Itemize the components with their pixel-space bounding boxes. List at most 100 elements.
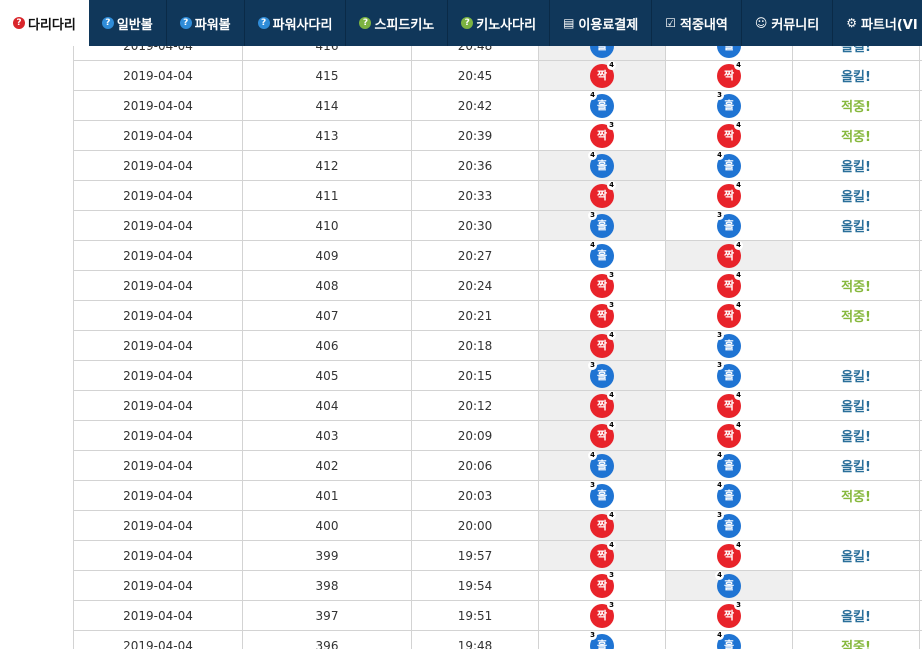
outcome-cell: 올킬! <box>792 150 920 181</box>
odd-ball: 홀3 <box>715 360 741 388</box>
ball-count-badge: 4 <box>734 180 743 190</box>
ball-count-badge: 4 <box>715 450 724 460</box>
result-a-cell: 홀3 <box>538 210 666 241</box>
time-cell: 20:45 <box>411 60 539 91</box>
outcome-cell: 올킬! <box>792 360 920 391</box>
nav-label: 다리다리 <box>28 17 76 33</box>
round-cell: 408 <box>242 270 412 301</box>
ball-label: 홀 <box>596 488 608 502</box>
outcome-cell: 적중! <box>792 270 920 301</box>
outcome-cell <box>792 240 920 271</box>
result-a-cell: 짝4 <box>538 330 666 361</box>
result-a-cell: 짝3 <box>538 300 666 331</box>
result-b-cell: 홀4 <box>665 150 793 181</box>
time-cell: 20:39 <box>411 120 539 151</box>
ball-count-badge: 3 <box>734 600 743 610</box>
nav-label: 파트너(VI <box>860 17 918 33</box>
ball-label: 짝 <box>723 188 735 202</box>
result-a-cell: 홀3 <box>538 360 666 391</box>
table-row: 2019-04-04 406 20:18 짝 4 홀 3 <box>73 330 922 361</box>
date-cell: 2019-04-04 <box>73 180 243 211</box>
even-ball: 짝3 <box>590 570 616 598</box>
ball-label: 홀 <box>723 488 735 502</box>
date-cell: 2019-04-04 <box>73 390 243 421</box>
date-cell: 2019-04-04 <box>73 510 243 541</box>
even-ball: 짝4 <box>717 180 743 208</box>
outcome-cell <box>792 510 920 541</box>
table-row: 2019-04-04 403 20:09 짝 4 짝 4 올킬! <box>73 420 922 451</box>
result-a-cell: 홀4 <box>538 240 666 271</box>
odd-ball: 홀3 <box>588 210 614 238</box>
nav-item-4[interactable]: ? 파워사다리 <box>245 0 347 46</box>
table-row: 2019-04-04 405 20:15 홀 3 홀 3 올킬! <box>73 360 922 391</box>
result-a-cell: 짝4 <box>538 390 666 421</box>
table-row: 2019-04-04 410 20:30 홀 3 홀 3 올킬! <box>73 210 922 241</box>
odd-ball: 홀4 <box>588 450 614 478</box>
result-b-cell: 짝4 <box>665 300 793 331</box>
ball-label: 짝 <box>596 428 608 442</box>
ball-count-badge: 3 <box>588 630 597 640</box>
nav-item-8[interactable]: ☑ 적중내역 <box>652 0 742 46</box>
ball-label: 홀 <box>723 458 735 472</box>
result-b-cell: 홀3 <box>665 210 793 241</box>
odd-ball: 홀3 <box>715 330 741 358</box>
round-cell: 412 <box>242 150 412 181</box>
nav-item-10[interactable]: ⚙ 파트너(VI <box>833 0 922 46</box>
partner-icon: ⚙ <box>846 16 857 30</box>
date-cell: 2019-04-04 <box>73 270 243 301</box>
odd-ball: 홀3 <box>588 360 614 388</box>
time-cell: 19:51 <box>411 600 539 631</box>
round-cell: 404 <box>242 390 412 421</box>
ball-label: 짝 <box>723 308 735 322</box>
hit-label: 적중! <box>841 130 871 145</box>
result-b-cell: 짝4 <box>665 540 793 571</box>
nav-item-6[interactable]: ? 키노사다리 <box>448 0 551 46</box>
ball-count-badge: 4 <box>588 150 597 160</box>
ball-label: 짝 <box>723 248 735 262</box>
result-b-cell: 짝4 <box>665 420 793 451</box>
ball-label: 홀 <box>723 638 735 649</box>
ball-label: 홀 <box>596 218 608 232</box>
question-icon: ? <box>101 17 114 29</box>
nav-label: 적중내역 <box>679 17 728 33</box>
nav-item-3[interactable]: ? 파워볼 <box>167 0 245 46</box>
round-cell: 406 <box>242 330 412 361</box>
result-b-cell: 홀4 <box>665 450 793 481</box>
hit-label: 적중! <box>841 490 871 505</box>
date-cell: 2019-04-04 <box>73 60 243 91</box>
result-b-cell: 짝4 <box>665 60 793 91</box>
ball-count-badge: 4 <box>734 300 743 310</box>
nav-item-7[interactable]: ▤ 이용료결제 <box>550 0 653 46</box>
hit-label: 적중! <box>841 640 871 649</box>
ball-count-badge: 3 <box>715 510 724 520</box>
ball-label: 홀 <box>723 218 735 232</box>
even-ball: 짝3 <box>590 300 616 328</box>
results-table-wrapper[interactable]: 2019-04-0441620:48홀4홀4올킬!2019-04-0441520… <box>73 46 922 649</box>
ball-label: 홀 <box>724 46 734 52</box>
odd-ball: 홀4 <box>588 150 614 178</box>
ball-label: 홀 <box>723 158 735 172</box>
time-cell: 20:42 <box>411 90 539 121</box>
smile-icon: ☺ <box>754 16 768 30</box>
question-icon: ? <box>461 17 474 29</box>
ball-count-badge: 4 <box>734 60 743 70</box>
ball-label: 홀 <box>723 98 735 112</box>
table-row: 2019-04-04 412 20:36 홀 4 홀 4 올킬! <box>73 150 922 181</box>
odd-ball: 홀4 <box>715 450 741 478</box>
results-table: 2019-04-0441620:48홀4홀4올킬!2019-04-0441520… <box>73 46 922 649</box>
ball-label: 홀 <box>723 578 735 592</box>
nav-item-2[interactable]: ? 일반볼 <box>89 0 167 46</box>
ball-count-badge: 3 <box>715 330 724 340</box>
outcome-cell <box>792 330 920 361</box>
ball-count-badge: 4 <box>607 510 616 520</box>
nav-item-9[interactable]: ☺ 커뮤니티 <box>742 0 834 46</box>
time-cell: 20:48 <box>411 46 539 61</box>
nav-item-5[interactable]: ? 스피드키노 <box>346 0 449 46</box>
time-cell: 19:48 <box>411 630 539 649</box>
result-b-cell: 홀3 <box>665 510 793 541</box>
ball-label: 홀 <box>596 158 608 172</box>
card-icon: ▤ <box>563 16 575 30</box>
result-a-cell: 짝3 <box>538 270 666 301</box>
nav-item-1[interactable]: ? 다리다리 <box>0 0 89 46</box>
date-cell: 2019-04-04 <box>73 570 243 601</box>
